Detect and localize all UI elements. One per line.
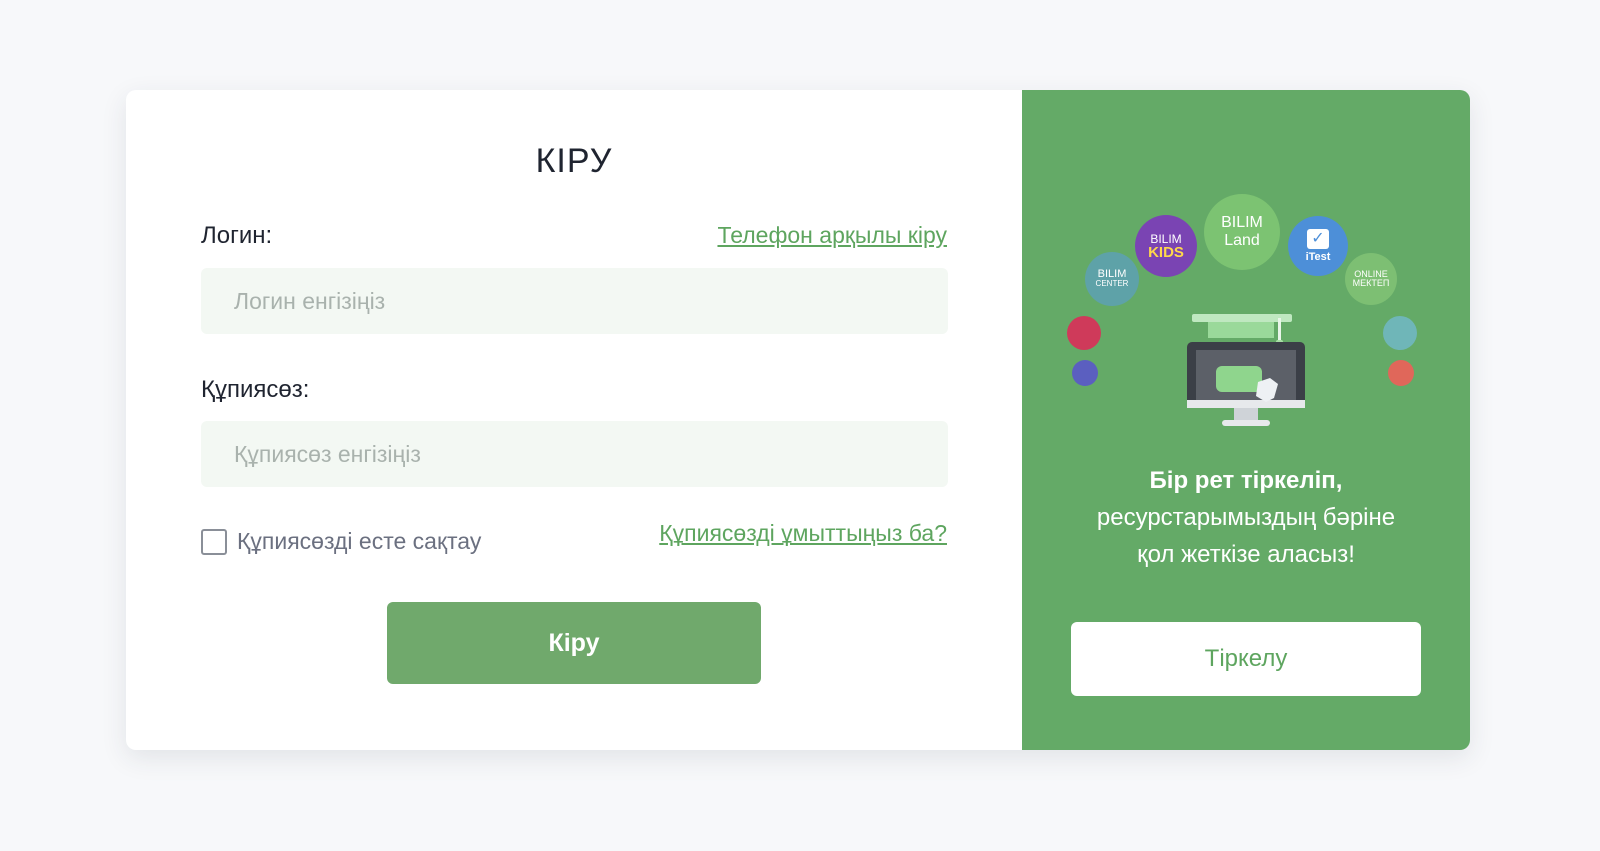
decor-dot-indigo <box>1072 360 1098 386</box>
login-input[interactable] <box>201 268 948 334</box>
bilim-land-logo: BILIM Land <box>1204 194 1280 270</box>
decor-dot-teal <box>1383 316 1417 350</box>
login-button[interactable]: Кіру <box>387 602 761 684</box>
login-form-panel: КІРУ Логин: Телефон арқылы кіру Құпиясөз… <box>126 90 1022 750</box>
check-icon: ✓ <box>1307 229 1329 249</box>
online-mektep-logo: ONLINE МЕКТЕП <box>1345 253 1397 305</box>
remember-checkbox[interactable] <box>201 528 227 555</box>
promo-headline: Бір рет тіркеліп, <box>1149 467 1343 494</box>
bilim-kids-logo: BILIM KIDS <box>1135 215 1197 277</box>
password-input[interactable] <box>201 421 948 487</box>
promo-panel: BILIM CENTER BILIM KIDS BILIM Land ✓ iTe… <box>1022 90 1470 750</box>
login-label: Логин: <box>201 222 273 249</box>
remember-me[interactable]: Құпиясөзді есте сақтау <box>201 528 481 555</box>
promo-message: Бір рет тіркеліп, ресурстарымыздың бәрін… <box>1022 462 1470 573</box>
page-title: КІРУ <box>535 142 613 180</box>
decor-dot-coral <box>1388 360 1414 386</box>
phone-login-link[interactable]: Телефон арқылы кіру <box>717 222 947 249</box>
forgot-password-link[interactable]: Құпиясөзді ұмыттыңыз ба? <box>659 520 947 547</box>
login-card: КІРУ Логин: Телефон арқылы кіру Құпиясөз… <box>126 90 1470 750</box>
password-label: Құпиясөз: <box>201 376 310 403</box>
promo-line-3: қол жеткізе аласыз! <box>1137 541 1355 568</box>
bilim-center-logo: BILIM CENTER <box>1085 252 1139 306</box>
itest-logo: ✓ iTest <box>1288 216 1348 276</box>
remember-label: Құпиясөзді есте сақтау <box>237 528 482 554</box>
decor-dot-red <box>1067 316 1101 350</box>
promo-line-2: ресурстарымыздың бәріне <box>1096 504 1396 531</box>
register-button[interactable]: Тіркелу <box>1071 622 1421 696</box>
computer-illustration <box>1187 314 1305 426</box>
